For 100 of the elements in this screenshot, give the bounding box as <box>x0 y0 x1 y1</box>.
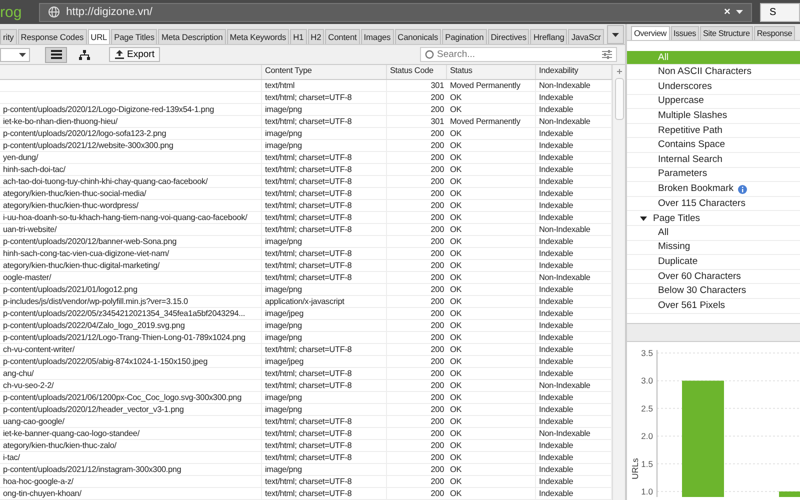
table-cell: OK <box>447 248 536 259</box>
tree-item[interactable]: All <box>627 226 800 241</box>
address-cell: p-content/uploads/2020/12/header_vector_v3-1.png <box>0 404 262 415</box>
tab[interactable]: rity <box>0 29 17 44</box>
expand-arrow-icon[interactable] <box>640 214 647 222</box>
tab[interactable]: Images <box>360 29 394 44</box>
table-cell-text: 200 <box>430 224 445 235</box>
table-cell-text: 200 <box>430 404 445 415</box>
tab[interactable]: Directives <box>488 29 530 44</box>
search-field[interactable]: Search... <box>420 47 617 62</box>
table-cell-text: 200 <box>430 236 445 247</box>
address-cell: iet-ke-banner-quang-cao-logo-standee/ <box>0 428 262 439</box>
tab[interactable]: Canonicals <box>394 29 442 44</box>
tab[interactable]: H1 <box>290 29 307 44</box>
search-input[interactable]: Search... <box>437 49 599 60</box>
url-field[interactable]: http://digizone.vn/ × <box>39 2 752 22</box>
table-cell: image/png <box>262 464 387 475</box>
table-cell: OK <box>447 416 536 427</box>
tab[interactable]: H2 <box>308 29 324 44</box>
column-header[interactable]: Content Type <box>262 65 387 79</box>
table-cell: OK <box>447 260 536 271</box>
tree-item[interactable]: Duplicate <box>627 255 800 270</box>
tab[interactable]: Issues <box>670 26 699 40</box>
table-cell: OK <box>447 344 536 355</box>
address-cell: p-content/uploads/2021/01/logo12.png <box>0 284 262 295</box>
address-cell: p-content/uploads/2021/12/instagram-300x300.png <box>0 464 262 475</box>
tree-item[interactable]: Multiple Slashes <box>627 109 800 124</box>
tab[interactable]: Response Codes <box>18 29 87 44</box>
table-cell-text: 200 <box>430 92 445 103</box>
tree-item[interactable]: Over 561 Pixels <box>627 298 800 314</box>
table-cell-text: 301 <box>430 116 445 127</box>
table-cell: image/png <box>262 332 387 343</box>
table-cell-text: 200 <box>430 428 445 439</box>
tab[interactable]: Site Structure <box>700 26 753 40</box>
table-cell-text: 200 <box>430 104 445 115</box>
tab[interactable]: Hreflang <box>530 29 568 44</box>
table-cell: text/html; charset=UTF-8 <box>262 344 387 355</box>
filter-dropdown[interactable] <box>0 48 30 62</box>
add-column-icon[interactable] <box>616 69 622 74</box>
table-cell: image/png <box>262 404 387 415</box>
table-cell-text: 200 <box>430 152 445 163</box>
tree-group-label[interactable]: Page Titles <box>653 212 700 224</box>
table-cell-text: 200 <box>430 200 445 211</box>
address-cell: yen-dung/ <box>0 152 262 163</box>
table-cell: image/jpeg <box>262 356 387 367</box>
tree-item[interactable]: Non ASCII Characters <box>627 65 800 80</box>
tree-item[interactable]: Internal Search <box>627 153 800 168</box>
address-cell: p-content/uploads/2022/05/z3454212021354_345fea1a5bf2043294... <box>0 308 262 319</box>
address-cell: ong-tin-chuyen-khoan/ <box>0 488 262 499</box>
tree-item[interactable]: Below 30 Characters <box>627 284 800 299</box>
tree-item[interactable]: Contains Space <box>627 138 800 154</box>
tab[interactable]: Page Titles <box>111 29 158 44</box>
table-cell: image/png <box>262 320 387 331</box>
table-cell-text: 200 <box>430 284 445 295</box>
table-cell: text/html; charset=UTF-8 <box>262 452 387 463</box>
address-cell: p-content/uploads/2022/05/abig-874x1024-1-150x150.jpeg <box>0 356 262 367</box>
table-cell: OK <box>447 296 536 307</box>
list-view-button[interactable] <box>45 46 67 62</box>
clear-button[interactable]: × <box>724 6 730 18</box>
table-cell-text: 200 <box>430 440 445 451</box>
table-cell: text/html; charset=UTF-8 <box>262 164 387 175</box>
address-cell: ategory/kien-thuc/kien-thuc-wordpress/ <box>0 200 262 211</box>
start-button[interactable]: S <box>760 2 800 22</box>
tab[interactable]: Meta Keywords <box>226 29 290 44</box>
tab[interactable]: Overview <box>631 26 670 40</box>
scrollbar-thumb[interactable] <box>614 78 624 120</box>
export-button[interactable]: Export <box>109 47 160 62</box>
column-header[interactable]: Status <box>447 65 536 79</box>
hierarchy-icon <box>78 50 90 60</box>
tree-item[interactable]: Broken Bookmark <box>627 182 800 197</box>
info-icon[interactable] <box>738 184 747 194</box>
column-header[interactable]: Status Code <box>387 65 447 79</box>
address-cell: iet-ke-bo-nhan-dien-thuong-hieu/ <box>0 116 262 127</box>
table-cell-text: 200 <box>430 332 445 343</box>
tab[interactable]: Content <box>325 29 360 44</box>
table-cell-text: 200 <box>430 320 445 331</box>
table-cell: OK <box>447 380 536 391</box>
table-cell: OK <box>447 488 536 499</box>
address-cell: ach-tao-doi-tuong-tuy-chinh-khi-chay-quang-cao-facebook/ <box>0 176 262 187</box>
tree-item[interactable]: Repetitive Path <box>627 124 800 138</box>
tab-menu-button[interactable] <box>606 25 624 44</box>
tree-item[interactable]: Parameters <box>627 168 800 182</box>
caret-icon[interactable] <box>736 10 744 14</box>
upload-icon <box>115 50 124 59</box>
tab[interactable]: JavaScr <box>568 29 604 44</box>
tab[interactable]: Response <box>754 26 796 40</box>
tree-item[interactable]: Uppercase <box>627 94 800 110</box>
table-cell-text: 200 <box>430 140 445 151</box>
tab[interactable]: URL <box>88 29 110 44</box>
tab[interactable]: Meta Description <box>158 29 226 44</box>
address-cell: p-content/uploads/2020/12/banner-web-Sona.png <box>0 236 262 247</box>
filter-settings-icon[interactable] <box>602 50 612 59</box>
table-cell-text: 200 <box>430 476 445 487</box>
tree-item[interactable]: Over 115 Characters <box>627 196 800 212</box>
tree-item[interactable]: Underscores <box>627 80 800 95</box>
tree-item[interactable]: Over 60 Characters <box>627 270 800 284</box>
table-cell: OK <box>447 212 536 223</box>
tab[interactable]: Pagination <box>442 29 487 44</box>
table-cell: image/png <box>262 392 387 403</box>
tree-item[interactable]: Missing <box>627 240 800 256</box>
